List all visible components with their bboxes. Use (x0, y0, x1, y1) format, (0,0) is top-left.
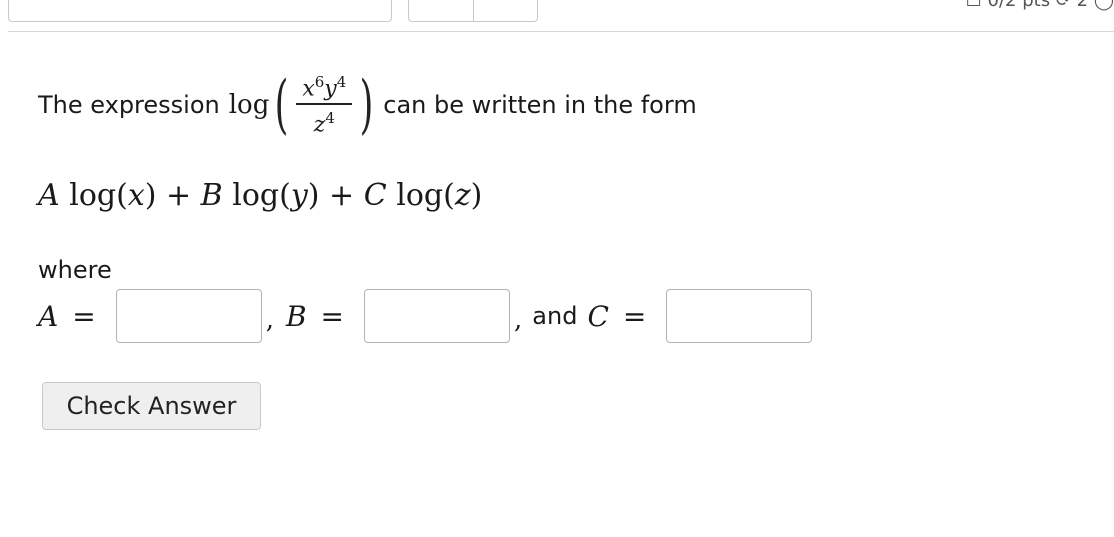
attempts-icon: ⟳ (1055, 0, 1071, 11)
c-equals: = (622, 299, 647, 333)
comma-2: , (514, 305, 523, 335)
log-word: log (228, 90, 270, 120)
top-input-field[interactable] (8, 0, 392, 22)
button-group-divider (473, 0, 474, 21)
and-text: and (532, 302, 578, 330)
right-paren: ) (359, 68, 374, 142)
comma-1: , (265, 305, 274, 335)
score-icon: ☐ (965, 0, 982, 11)
attempts-text: 2 (1076, 0, 1089, 11)
target-form-expression: A log(x) + B log(y) + C log(z) (38, 178, 483, 213)
b-input[interactable] (364, 289, 511, 343)
top-toolbar: ☐ 0/2 pts ⟳ 2 ◯ (0, 0, 1114, 32)
question-outro: can be written in the form (383, 91, 697, 119)
a-label: A (38, 299, 59, 333)
c-input[interactable] (666, 289, 813, 343)
left-paren: ( (274, 68, 289, 142)
where-label: where (38, 256, 112, 284)
c-label: C (587, 299, 609, 333)
fraction-denominator: z4 (313, 108, 335, 138)
help-icon: ◯ (1093, 0, 1114, 11)
a-equals: = (72, 299, 96, 333)
top-button-group[interactable] (408, 0, 538, 22)
log-fraction: x6y4 z4 (296, 72, 353, 138)
b-equals: = (320, 299, 345, 333)
check-answer-button[interactable]: Check Answer (42, 382, 261, 430)
question-statement: The expression log ( x6y4 z4 ) can be wr… (38, 60, 697, 150)
fraction-numerator: x6y4 (302, 72, 347, 102)
question-intro: The expression (38, 91, 220, 119)
answer-row: A = , B = , and C = (38, 287, 813, 345)
a-input[interactable] (115, 289, 262, 343)
divider-line (8, 31, 1114, 32)
score-status: ☐ 0/2 pts ⟳ 2 ◯ (965, 0, 1114, 11)
score-text: 0/2 pts (987, 0, 1051, 11)
b-label: B (285, 299, 307, 333)
